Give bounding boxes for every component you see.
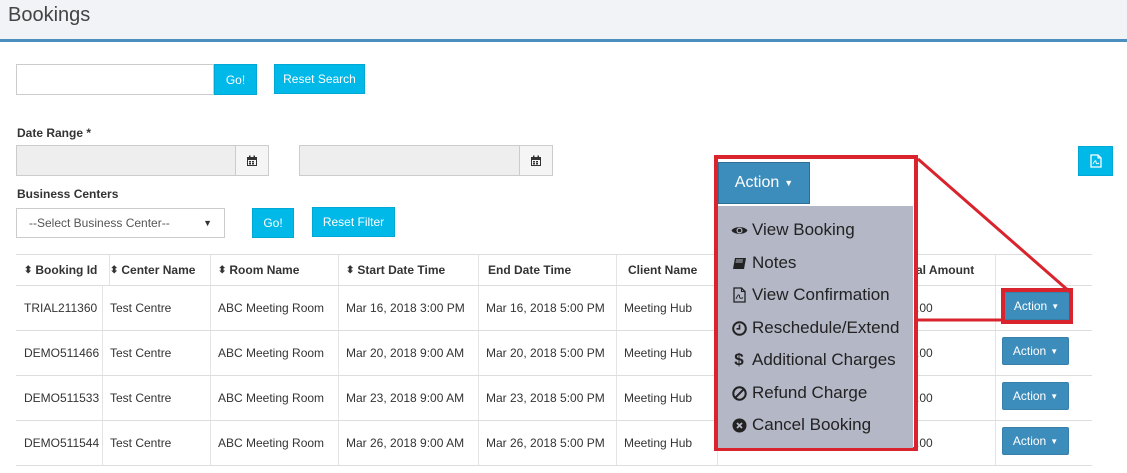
eye-icon: [730, 225, 748, 236]
menu-item-cancel-booking[interactable]: Cancel Booking: [730, 415, 871, 435]
pdf-file-icon: [730, 287, 748, 303]
menu-item-refund-charge[interactable]: Refund Charge: [730, 383, 867, 403]
menu-item-reschedule[interactable]: Reschedule/Extend: [730, 318, 899, 338]
book-icon: [730, 257, 748, 270]
caret-down-icon: ▼: [784, 178, 794, 188]
menu-item-view-booking[interactable]: View Booking: [730, 220, 855, 240]
menu-item-view-confirmation[interactable]: View Confirmation: [730, 285, 890, 305]
times-circle-icon: [730, 418, 748, 433]
clock-icon: [730, 320, 748, 336]
callout-lines: [917, 157, 1071, 322]
menu-item-notes[interactable]: Notes: [730, 253, 796, 273]
action-dropdown-button[interactable]: Action ▼: [718, 162, 810, 204]
ban-icon: [730, 385, 748, 401]
dollar-icon: $: [734, 350, 744, 369]
menu-item-additional-charges[interactable]: $ Additional Charges: [730, 350, 895, 370]
action-dropdown-menu: View Booking Notes View Confirmation Res…: [718, 206, 913, 448]
